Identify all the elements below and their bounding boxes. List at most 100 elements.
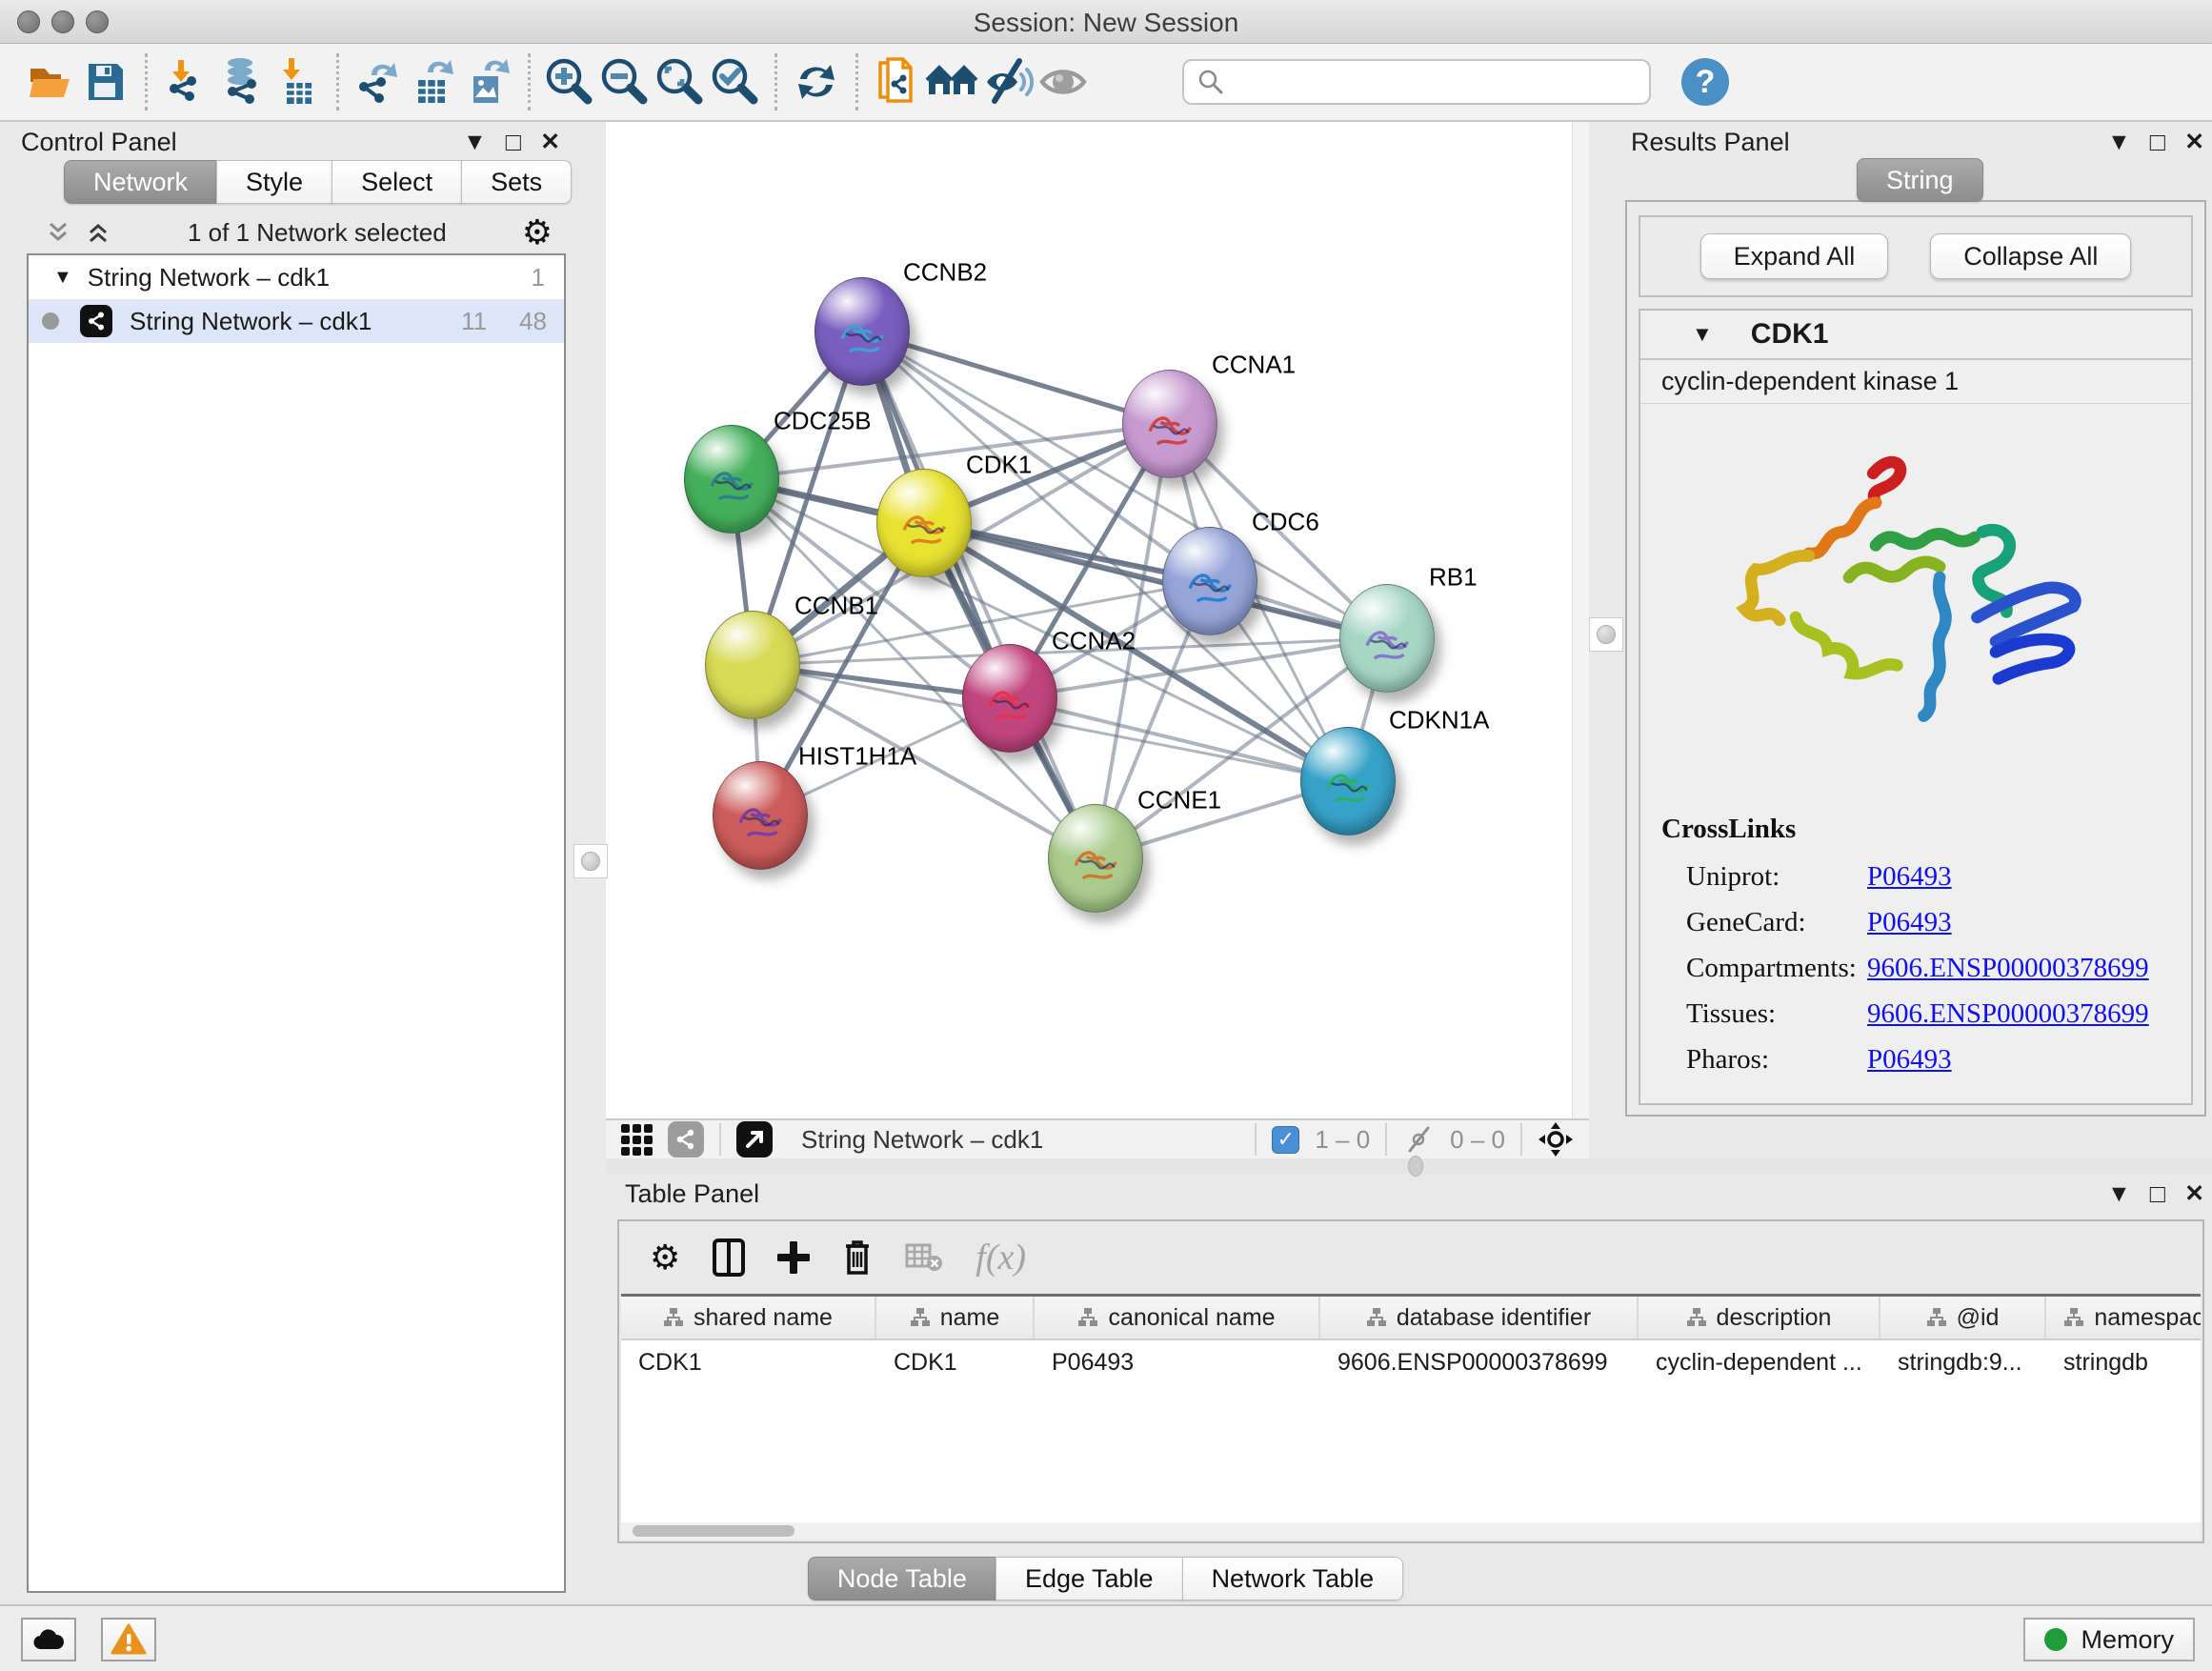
- collapse-all-button[interactable]: Collapse All: [1930, 233, 2131, 279]
- network-node-cdc6[interactable]: [1162, 527, 1257, 635]
- float-panel-icon[interactable]: ▼: [2107, 129, 2131, 156]
- show-eye-icon[interactable]: [1036, 54, 1091, 110]
- function-builder-icon[interactable]: f(x): [975, 1237, 1026, 1278]
- export-image-icon[interactable]: [461, 54, 516, 110]
- delete-table-icon[interactable]: [905, 1241, 943, 1274]
- network-node-rb1[interactable]: [1339, 584, 1435, 693]
- splitter-grip[interactable]: [1408, 1156, 1423, 1177]
- tab-edge-table[interactable]: Edge Table: [995, 1557, 1183, 1601]
- hide-eye-slash-icon[interactable]: [980, 54, 1036, 110]
- cloud-button[interactable]: [21, 1618, 76, 1661]
- network-node-cdk1[interactable]: [876, 469, 972, 577]
- warnings-button[interactable]: [101, 1618, 156, 1661]
- search-input[interactable]: [1234, 68, 1636, 97]
- table-panel-controls: ▼ □ ✕: [2107, 1179, 2204, 1208]
- tab-sets[interactable]: Sets: [461, 160, 572, 204]
- import-table-icon[interactable]: [270, 54, 325, 110]
- zoom-selected-icon[interactable]: [708, 54, 763, 110]
- tab-string[interactable]: String: [1857, 158, 1983, 202]
- expand-all-button[interactable]: Expand All: [1700, 233, 1889, 279]
- zoom-fit-content-icon[interactable]: [653, 54, 708, 110]
- hidden-eye-slash-icon[interactable]: [1402, 1125, 1435, 1154]
- close-panel-icon[interactable]: ✕: [540, 128, 560, 156]
- crosslink-link[interactable]: P06493: [1867, 907, 1952, 938]
- column-header-shared-name[interactable]: shared name: [621, 1297, 876, 1339]
- refresh-view-icon[interactable]: [789, 54, 844, 110]
- crosslink-link[interactable]: P06493: [1867, 1044, 1952, 1076]
- network-collection-row[interactable]: ▼ String Network – cdk1 1: [29, 255, 564, 299]
- houses-icon[interactable]: [925, 54, 980, 110]
- table-horizontal-scrollbar[interactable]: [621, 1522, 2201, 1540]
- show-columns-icon[interactable]: [713, 1238, 745, 1277]
- birdseye-view-icon[interactable]: [736, 1121, 773, 1158]
- import-network-file-icon[interactable]: [159, 54, 214, 110]
- collapse-all-icon[interactable]: [44, 218, 72, 247]
- column-header-canonical-name[interactable]: canonical name: [1035, 1297, 1320, 1339]
- column-header-database-identifier[interactable]: database identifier: [1320, 1297, 1639, 1339]
- help-icon[interactable]: ?: [1678, 54, 1733, 110]
- tab-node-table[interactable]: Node Table: [808, 1557, 996, 1601]
- section-expander-icon[interactable]: ▼: [1692, 322, 1713, 347]
- export-network-icon[interactable]: [351, 54, 406, 110]
- network-node-ccna1[interactable]: [1122, 370, 1217, 478]
- float-panel-icon[interactable]: ▼: [2107, 1180, 2131, 1208]
- left-splitter-collapse-handle[interactable]: [573, 844, 608, 878]
- float-panel-icon[interactable]: ▼: [463, 129, 487, 156]
- column-header-description[interactable]: description: [1639, 1297, 1880, 1339]
- zoom-out-icon[interactable]: [597, 54, 653, 110]
- crosslink-link[interactable]: P06493: [1867, 861, 1952, 893]
- expand-all-icon[interactable]: [84, 218, 112, 247]
- table-cell[interactable]: stringdb:9...: [1880, 1340, 2046, 1384]
- open-session-icon[interactable]: [23, 54, 78, 110]
- column-header-name[interactable]: name: [876, 1297, 1035, 1339]
- network-node-cdc25b[interactable]: [684, 425, 779, 534]
- network-canvas[interactable]: CCNB2CCNA1CDC25BCDK1CDC6RB1CCNB1CCNA2CDK…: [606, 122, 1589, 1118]
- gene-section-header[interactable]: ▼ CDK1: [1640, 311, 2191, 360]
- network-node-ccnb1[interactable]: [705, 611, 800, 719]
- table-options-gear-icon[interactable]: ⚙: [650, 1240, 680, 1275]
- import-network-database-icon[interactable]: [214, 54, 270, 110]
- table-cell[interactable]: CDK1: [876, 1340, 1035, 1384]
- table-cell[interactable]: stringdb: [2046, 1340, 2201, 1384]
- delete-column-icon[interactable]: [842, 1238, 873, 1277]
- maximize-panel-icon[interactable]: □: [2150, 1181, 2165, 1207]
- column-header--id[interactable]: @id: [1880, 1297, 2046, 1339]
- close-panel-icon[interactable]: ✕: [2184, 1179, 2204, 1208]
- share-view-icon[interactable]: [668, 1121, 704, 1158]
- network-node-ccnb2[interactable]: [814, 277, 910, 386]
- maximize-panel-icon[interactable]: □: [2150, 130, 2165, 155]
- table-cell[interactable]: cyclin-dependent ...: [1639, 1340, 1880, 1384]
- network-node-ccna2[interactable]: [962, 644, 1057, 753]
- pan-crosshair-icon[interactable]: [1538, 1121, 1574, 1158]
- tab-select[interactable]: Select: [332, 160, 462, 204]
- network-node-cdkn1a[interactable]: [1300, 727, 1396, 836]
- table-cell[interactable]: P06493: [1035, 1340, 1320, 1384]
- scrollbar-thumb[interactable]: [633, 1525, 794, 1537]
- close-panel-icon[interactable]: ✕: [2184, 128, 2204, 156]
- collection-expander-icon[interactable]: ▼: [53, 267, 72, 289]
- network-node-ccne1[interactable]: [1048, 804, 1143, 913]
- network-row-selected[interactable]: String Network – cdk1 11 48: [29, 299, 564, 343]
- memory-button[interactable]: Memory: [2023, 1618, 2195, 1661]
- table-cell[interactable]: CDK1: [621, 1340, 876, 1384]
- grid-view-icon[interactable]: [621, 1124, 653, 1156]
- network-options-gear-icon[interactable]: ⚙: [522, 215, 553, 250]
- right-splitter-collapse-handle[interactable]: [1589, 617, 1623, 652]
- add-column-icon[interactable]: [777, 1241, 810, 1274]
- table-cell[interactable]: 9606.ENSP00000378699: [1320, 1340, 1639, 1384]
- export-table-icon[interactable]: [406, 54, 461, 110]
- file-share-icon[interactable]: [870, 54, 925, 110]
- maximize-panel-icon[interactable]: □: [506, 130, 521, 155]
- table-row[interactable]: CDK1CDK1P064939606.ENSP00000378699cyclin…: [621, 1340, 2201, 1384]
- tab-network-table[interactable]: Network Table: [1182, 1557, 1404, 1601]
- crosslink-link[interactable]: 9606.ENSP00000378699: [1867, 953, 2149, 984]
- network-node-hist1h1a[interactable]: [713, 761, 808, 870]
- string-app-icon: [80, 305, 112, 337]
- crosslink-link[interactable]: 9606.ENSP00000378699: [1867, 998, 2149, 1030]
- save-session-icon[interactable]: [78, 54, 133, 110]
- column-header-namespace[interactable]: namespace: [2046, 1297, 2201, 1339]
- tab-network[interactable]: Network: [64, 160, 217, 204]
- tab-style[interactable]: Style: [216, 160, 332, 204]
- selected-checkbox-icon[interactable]: ✓: [1272, 1126, 1299, 1154]
- zoom-in-icon[interactable]: [542, 54, 597, 110]
